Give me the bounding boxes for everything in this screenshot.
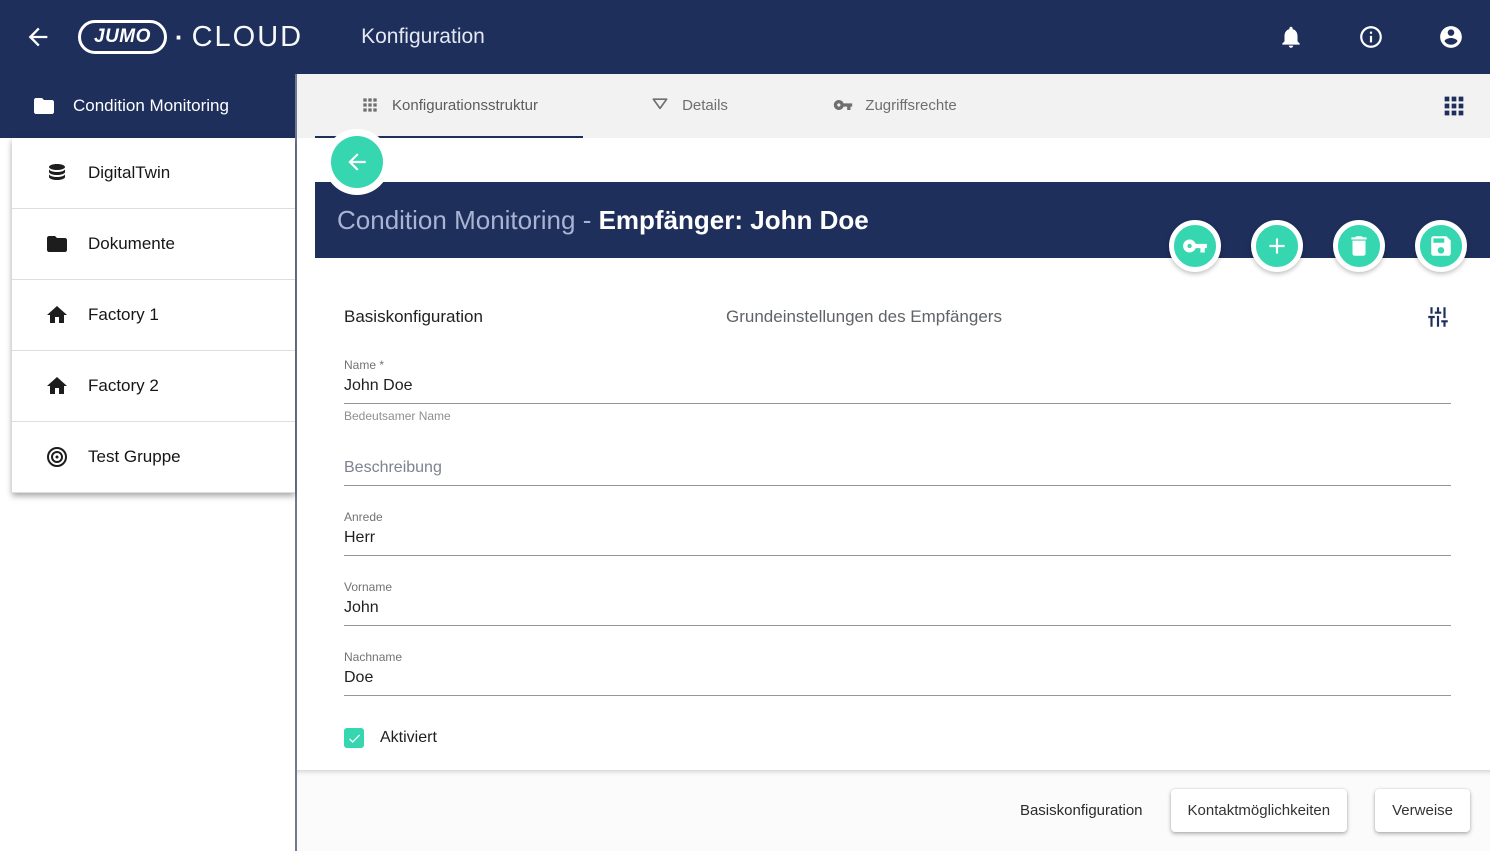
plus-icon xyxy=(1264,233,1290,259)
jumo-logo: JUMO xyxy=(78,20,167,54)
database-icon xyxy=(45,161,69,185)
sidebar-item-label: Dokumente xyxy=(88,234,175,254)
folder-icon xyxy=(32,94,56,118)
firstname-field: Vorname xyxy=(344,580,1451,626)
name-label: Name * xyxy=(344,358,1451,372)
topbar-actions xyxy=(1278,24,1464,50)
trash-icon xyxy=(1346,233,1372,259)
sidebar-item-label: DigitalTwin xyxy=(88,163,170,183)
name-hint: Bedeutsamer Name xyxy=(344,409,1451,423)
section-title: Basiskonfiguration xyxy=(344,307,726,327)
save-button[interactable] xyxy=(1415,220,1467,272)
key-icon xyxy=(1182,233,1208,259)
tab-details[interactable]: Details xyxy=(583,74,795,138)
lastname-label: Nachname xyxy=(344,650,1451,664)
sidebar-item-label: Factory 1 xyxy=(88,305,159,325)
section-row: Basiskonfiguration Grundeinstellungen de… xyxy=(344,304,1451,330)
lastname-field: Nachname xyxy=(344,650,1451,696)
sidebar-header-label: Condition Monitoring xyxy=(73,96,229,116)
salutation-field: Anrede xyxy=(344,510,1451,556)
tabbar: Konfigurationsstruktur Details Zugriffsr… xyxy=(297,74,1490,138)
logo-separator: · xyxy=(175,22,184,53)
filter-icon xyxy=(650,95,670,115)
name-field: Name * Bedeutsamer Name xyxy=(344,358,1451,423)
sidebar-item-factory-2[interactable]: Factory 2 xyxy=(12,351,295,422)
sidebar-item-test-gruppe[interactable]: Test Gruppe xyxy=(12,422,295,493)
step-basiskonfiguration[interactable]: Basiskonfiguration xyxy=(1020,802,1143,819)
lastname-input[interactable] xyxy=(344,667,1451,696)
tab-label: Zugriffsrechte xyxy=(865,97,956,114)
tab-zugriffsrechte[interactable]: Zugriffsrechte xyxy=(795,74,995,138)
cloud-logo: CLOUD xyxy=(192,21,304,54)
add-button[interactable] xyxy=(1251,220,1303,272)
name-input[interactable] xyxy=(344,375,1451,404)
salutation-label: Anrede xyxy=(344,510,1451,524)
detail-title: Condition Monitoring - Empfänger: John D… xyxy=(337,205,869,236)
sidebar: Condition Monitoring DigitalTwin Dokumen… xyxy=(0,74,297,851)
sidebar-item-label: Test Gruppe xyxy=(88,447,181,467)
page-title: Konfiguration xyxy=(361,25,485,49)
app-window: JUMO · CLOUD Konfiguration Condition M xyxy=(0,0,1490,851)
action-fab-row xyxy=(1169,220,1467,272)
main-area: Konfigurationsstruktur Details Zugriffsr… xyxy=(297,74,1490,851)
verweise-button[interactable]: Verweise xyxy=(1375,789,1470,832)
topbar: JUMO · CLOUD Konfiguration xyxy=(0,0,1490,74)
detail-title-prefix: Condition Monitoring - xyxy=(337,205,599,235)
notifications-bell-icon[interactable] xyxy=(1278,24,1304,50)
info-icon[interactable] xyxy=(1358,24,1384,50)
firstname-input[interactable] xyxy=(344,597,1451,626)
checkbox-checked-icon xyxy=(344,728,364,748)
description-field xyxy=(344,457,1451,486)
topbar-back-icon[interactable] xyxy=(24,23,52,51)
folder-icon xyxy=(45,232,69,256)
sidebar-item-factory-1[interactable]: Factory 1 xyxy=(12,280,295,351)
salutation-input[interactable] xyxy=(344,527,1451,556)
sidebar-item-digitaltwin[interactable]: DigitalTwin xyxy=(12,138,295,209)
grid-view-icon[interactable] xyxy=(1440,92,1468,120)
tab-label: Konfigurationsstruktur xyxy=(392,97,538,114)
section-subtitle: Grundeinstellungen des Empfängers xyxy=(726,307,1425,327)
logo: JUMO · CLOUD xyxy=(78,20,303,54)
home-icon xyxy=(45,374,69,398)
key-icon xyxy=(833,95,853,115)
sidebar-header-condition-monitoring[interactable]: Condition Monitoring xyxy=(0,74,295,138)
footer-stepper: Basiskonfiguration Kontaktmöglichkeiten … xyxy=(297,770,1490,851)
basiskonfiguration-form: Basiskonfiguration Grundeinstellungen de… xyxy=(297,304,1490,748)
sidebar-item-label: Factory 2 xyxy=(88,376,159,396)
detail-title-highlight: Empfänger: John Doe xyxy=(599,205,869,235)
back-fab-button[interactable] xyxy=(331,136,383,188)
content: Condition Monitoring - Empfänger: John D… xyxy=(297,138,1490,770)
grid-icon xyxy=(360,95,380,115)
delete-button[interactable] xyxy=(1333,220,1385,272)
firstname-label: Vorname xyxy=(344,580,1451,594)
sidebar-list: DigitalTwin Dokumente Factory 1 xyxy=(12,138,295,493)
tab-label: Details xyxy=(682,97,728,114)
checkbox-label: Aktiviert xyxy=(380,729,437,747)
description-input[interactable] xyxy=(344,457,1451,486)
tab-konfigurationsstruktur[interactable]: Konfigurationsstruktur xyxy=(315,74,583,138)
kontaktmoeglichkeiten-button[interactable]: Kontaktmöglichkeiten xyxy=(1171,789,1348,832)
sidebar-item-dokumente[interactable]: Dokumente xyxy=(12,209,295,280)
target-icon xyxy=(45,445,69,469)
arrow-left-icon xyxy=(344,149,370,175)
home-icon xyxy=(45,303,69,327)
aktiviert-checkbox[interactable]: Aktiviert xyxy=(344,728,1451,748)
tune-sliders-icon[interactable] xyxy=(1425,304,1451,330)
account-icon[interactable] xyxy=(1438,24,1464,50)
save-floppy-icon xyxy=(1428,233,1454,259)
access-rights-button[interactable] xyxy=(1169,220,1221,272)
